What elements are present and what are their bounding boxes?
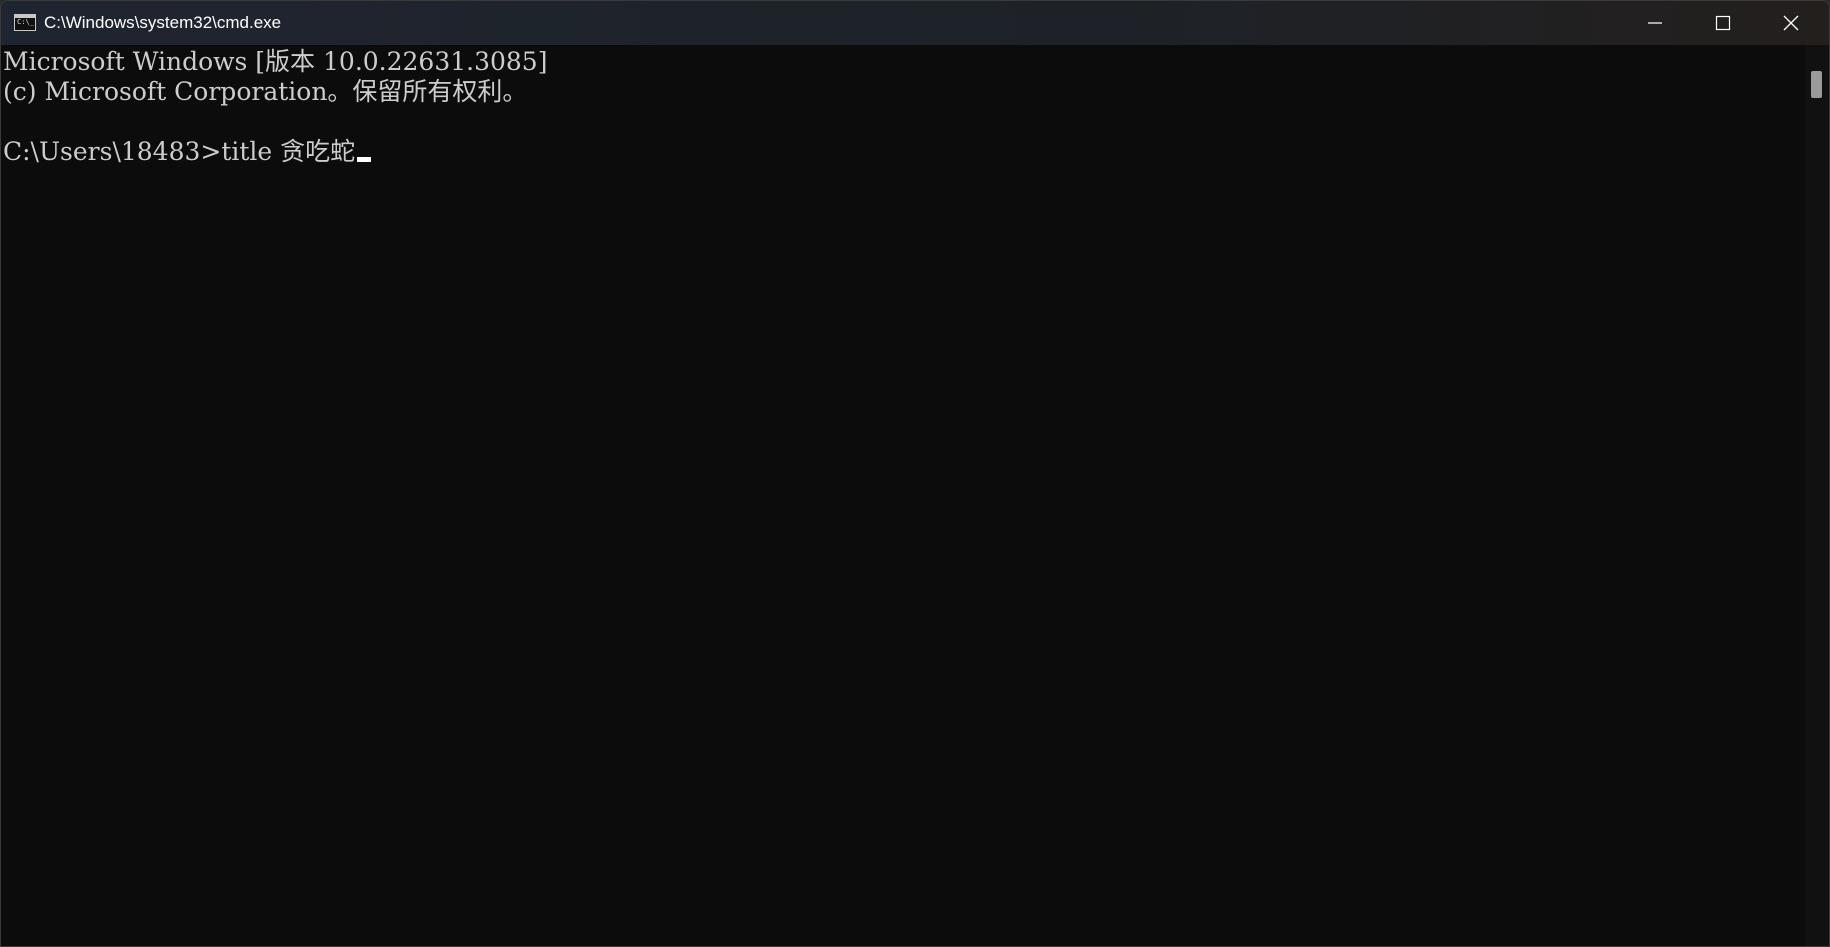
close-icon	[1783, 15, 1799, 31]
maximize-button[interactable]	[1689, 1, 1757, 45]
console-prompt-line[interactable]: C:\Users\18483>title 贪吃蛇	[3, 137, 372, 167]
close-button[interactable]	[1757, 1, 1825, 45]
console-line-version: Microsoft Windows [版本 10.0.22631.3085]	[3, 47, 548, 76]
minimize-button[interactable]	[1621, 1, 1689, 45]
cmd-app-icon[interactable]: C:\_	[14, 14, 36, 31]
text-cursor	[357, 157, 372, 162]
console-line-copyright: (c) Microsoft Corporation。保留所有权利。	[3, 77, 528, 106]
scrollbar-thumb[interactable]	[1811, 71, 1822, 98]
title-bar[interactable]: C:\_ C:\Windows\system32\cmd.exe	[1, 1, 1829, 45]
minimize-icon	[1648, 22, 1662, 24]
console-output[interactable]: Microsoft Windows [版本 10.0.22631.3085] (…	[1, 45, 1805, 946]
maximize-icon	[1715, 15, 1731, 31]
vertical-scrollbar[interactable]	[1805, 45, 1829, 946]
cmd-app-icon-text: C:\_	[17, 18, 34, 26]
window-title: C:\Windows\system32\cmd.exe	[44, 13, 282, 32]
console-prompt-command: C:\Users\18483>title 贪吃蛇	[3, 137, 356, 166]
cmd-window: C:\_ C:\Windows\system32\cmd.exe Microso…	[0, 0, 1830, 947]
